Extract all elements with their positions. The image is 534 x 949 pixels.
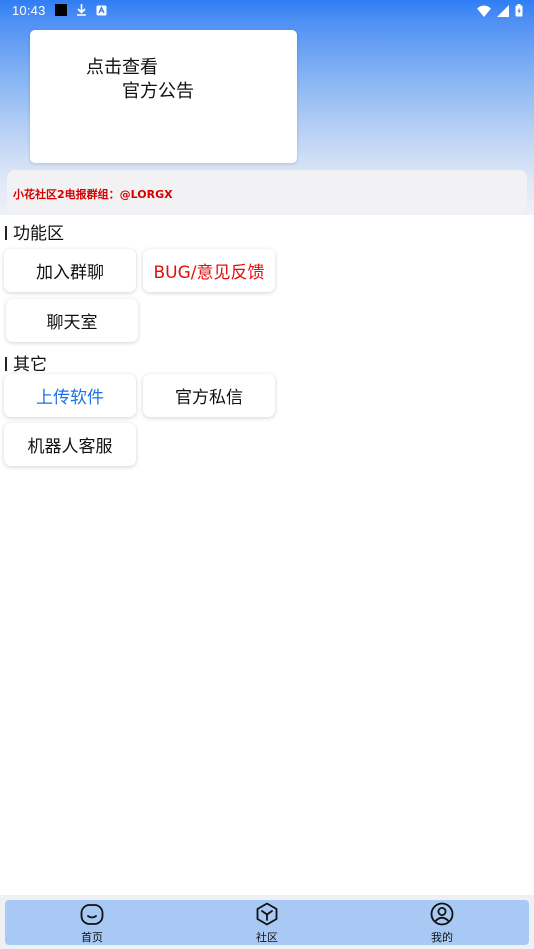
chat-room-button[interactable]: 聊天室	[6, 299, 138, 342]
bug-feedback-button[interactable]: BUG/意见反馈	[143, 249, 275, 292]
black-square-notification-icon	[55, 4, 67, 16]
status-time: 10:43	[12, 3, 46, 18]
group-info-text: 小花社区2电报群组：@LORGX	[13, 188, 173, 201]
section-title-features: 功能区	[5, 219, 64, 244]
profile-icon	[430, 902, 454, 926]
section-title-other: 其它	[5, 350, 47, 375]
official-message-button[interactable]: 官方私信	[143, 374, 275, 417]
bot-support-button[interactable]: 机器人客服	[4, 423, 136, 466]
section-marker	[5, 357, 7, 371]
status-bar: 10:43	[0, 0, 534, 22]
community-cube-icon	[256, 902, 278, 926]
app-notification-icon	[96, 5, 107, 15]
section-title-features-label: 功能区	[13, 224, 64, 244]
cellular-signal-icon	[497, 4, 509, 17]
section-marker	[5, 226, 7, 240]
nav-label-community: 社区	[256, 931, 278, 944]
join-group-chat-button[interactable]: 加入群聊	[4, 249, 136, 292]
upload-software-button[interactable]: 上传软件	[4, 374, 136, 417]
home-face-icon	[80, 904, 104, 925]
group-info-bar: 小花社区2电报群组：@LORGX	[7, 170, 527, 213]
status-notification-icons	[55, 4, 107, 16]
announcement-line-1: 点击查看	[86, 57, 158, 78]
nav-label-profile: 我的	[431, 931, 453, 944]
download-icon	[77, 4, 86, 16]
status-system-icons	[477, 4, 523, 17]
bottom-navigation: 首页 社区 我的	[5, 900, 529, 945]
app-screen: 10:43 点击查看 官方公告 小花社区2电报群组：@LORGX 功能区 加入群…	[0, 0, 534, 949]
announcement-line-2: 官方公告	[122, 81, 194, 102]
nav-item-community[interactable]: 社区	[227, 900, 307, 945]
nav-item-profile[interactable]: 我的	[402, 900, 482, 945]
battery-icon	[515, 4, 523, 17]
announcement-card[interactable]: 点击查看 官方公告	[30, 30, 297, 163]
nav-label-home: 首页	[81, 931, 103, 944]
section-title-other-label: 其它	[13, 355, 47, 375]
nav-item-home[interactable]: 首页	[52, 900, 132, 945]
wifi-icon	[477, 5, 491, 17]
